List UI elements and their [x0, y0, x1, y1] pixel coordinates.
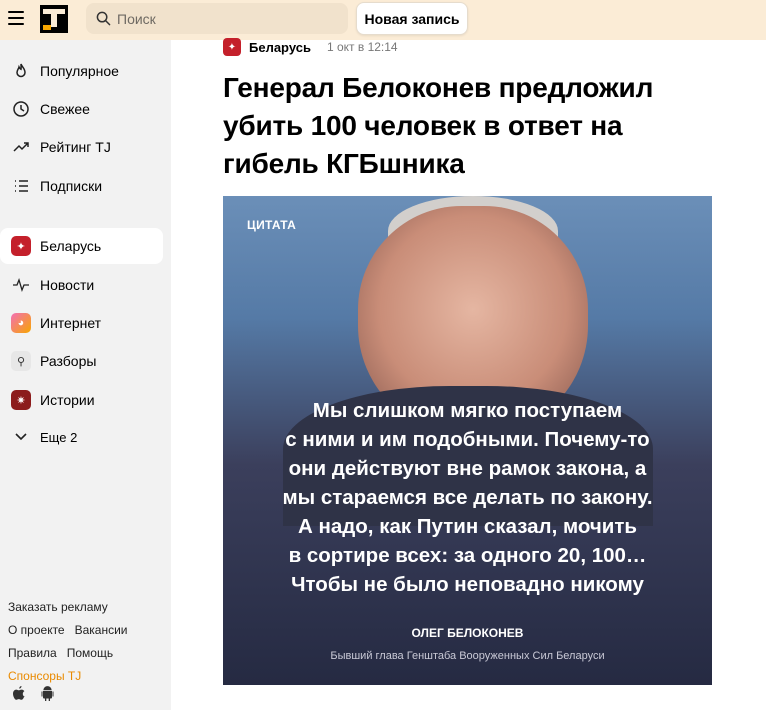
quote-label: ЦИТАТА	[247, 218, 297, 232]
app-links	[10, 685, 56, 702]
sidebar-item-subscriptions[interactable]: Подписки	[0, 168, 163, 204]
about-link[interactable]: О проекте	[8, 623, 65, 637]
sidebar: Популярное Свежее Рейтинг TJ Подписки ✦ …	[0, 40, 171, 710]
pulse-icon	[11, 275, 31, 295]
belarus-icon[interactable]: ✦	[223, 38, 241, 56]
sidebar-item-news[interactable]: Новости	[0, 267, 163, 303]
list-icon	[11, 176, 31, 196]
quote-author-role: Бывший глава Генштаба Вооруженных Сил Бе…	[330, 650, 605, 662]
sidebar-item-popular[interactable]: Популярное	[0, 53, 163, 89]
quote-author: ОЛЕГ БЕЛОКОНЕВ	[411, 626, 524, 640]
telescope-icon: ⚲	[11, 351, 31, 371]
search-box[interactable]	[86, 3, 348, 34]
post-title[interactable]: Генерал Белоконев предложил убить 100 че…	[223, 69, 693, 183]
quote-text: Мы слишком мягко поступаем с ними и им п…	[282, 399, 653, 596]
trending-up-icon	[11, 137, 31, 157]
sidebar-item-analysis[interactable]: ⚲ Разборы	[0, 343, 163, 379]
rules-link[interactable]: Правила	[8, 646, 57, 660]
sidebar-item-stories[interactable]: ✷ Истории	[0, 382, 163, 418]
new-post-button[interactable]: Новая запись	[356, 2, 468, 35]
belarus-icon: ✦	[11, 236, 31, 256]
top-bar: Новая запись	[0, 0, 766, 40]
post-date[interactable]: 1 окт в 12:14	[327, 40, 398, 54]
tj-logo[interactable]	[40, 5, 68, 33]
search-icon	[96, 11, 111, 26]
post-image[interactable]: ЦИТАТА Мы слишком мягко поступаем с ними…	[223, 196, 712, 685]
sidebar-item-internet[interactable]: ◕ Интернет	[0, 305, 163, 341]
flame-icon	[11, 61, 31, 81]
search-input[interactable]	[117, 10, 337, 27]
main-feed: ✦ Беларусь 1 окт в 12:14 Генерал Белокон…	[171, 38, 766, 710]
android-icon[interactable]	[39, 685, 56, 702]
ads-link[interactable]: Заказать рекламу	[8, 600, 108, 614]
footer-links: Заказать рекламу О проекте Вакансии Прав…	[8, 595, 128, 687]
help-link[interactable]: Помощь	[67, 646, 113, 660]
apple-icon[interactable]	[10, 685, 27, 702]
chevron-down-icon	[11, 427, 31, 447]
jobs-link[interactable]: Вакансии	[75, 623, 128, 637]
menu-icon[interactable]	[8, 11, 24, 25]
sidebar-more-toggle[interactable]: Еще 2	[0, 419, 163, 455]
post-subsite[interactable]: Беларусь	[249, 40, 311, 55]
sidebar-item-rating[interactable]: Рейтинг TJ	[0, 129, 163, 165]
stories-icon: ✷	[11, 390, 31, 410]
doge-icon: ◕	[11, 313, 31, 333]
sidebar-item-fresh[interactable]: Свежее	[0, 91, 163, 127]
post-meta: ✦ Беларусь 1 окт в 12:14	[223, 38, 398, 56]
sponsors-link[interactable]: Спонсоры TJ	[8, 669, 81, 683]
sidebar-item-belarus[interactable]: ✦ Беларусь	[0, 228, 163, 264]
clock-icon	[11, 99, 31, 119]
